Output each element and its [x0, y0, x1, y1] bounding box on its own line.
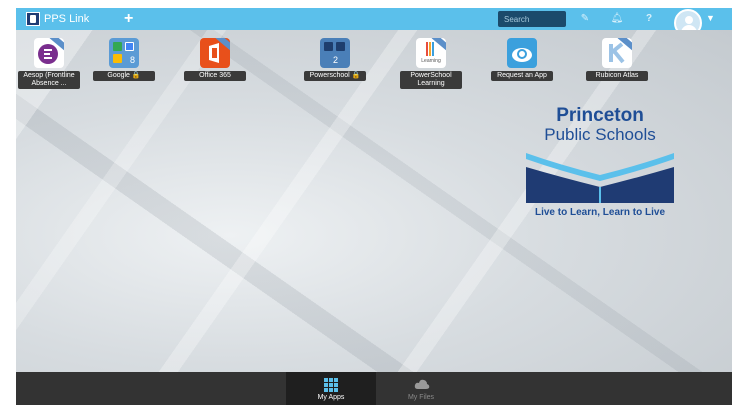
- pps-link-logo-icon: [26, 12, 40, 26]
- book-icon: [520, 147, 680, 205]
- app-tile-rubicon-atlas[interactable]: Rubicon Atlas: [586, 38, 648, 81]
- logo-tagline: Live to Learn, Learn to Live: [534, 207, 666, 218]
- cloud-icon: [414, 378, 430, 392]
- add-app-button[interactable]: +: [124, 9, 133, 29]
- top-bar: PPS Link + ✎ 🔔︎ ? ▼: [16, 8, 732, 37]
- tab-my-apps[interactable]: My Apps: [286, 372, 376, 405]
- tab-label: My Apps: [317, 394, 345, 401]
- logo-line1: Princeton: [556, 105, 644, 126]
- app-frame: PPS Link + ✎ 🔔︎ ? ▼ Aesop (Frontline Abs…: [16, 8, 732, 405]
- tab-my-files[interactable]: My Files: [376, 372, 466, 405]
- app-tile-aesop[interactable]: Aesop (Frontline Absence ...: [18, 38, 80, 89]
- folder-count: 8: [129, 55, 135, 65]
- chevron-down-icon[interactable]: ▼: [706, 13, 715, 23]
- tab-label: My Files: [407, 394, 435, 401]
- app-label: Aesop (Frontline Absence ...: [18, 71, 80, 89]
- app-tile-powerschool-learning[interactable]: Learning PowerSchool Learning: [400, 38, 462, 89]
- app-label: Powerschool 🔒: [304, 71, 366, 81]
- app-label: Office 365: [184, 71, 246, 81]
- brand[interactable]: PPS Link: [26, 11, 89, 27]
- search-input[interactable]: [498, 11, 566, 27]
- logo-line2: Public Schools: [544, 125, 656, 144]
- aesop-icon: [34, 38, 64, 68]
- app-folder-powerschool[interactable]: 2 Powerschool 🔒: [304, 38, 366, 81]
- grid-icon: [324, 378, 338, 392]
- brand-title: PPS Link: [44, 13, 90, 25]
- app-label: Request an App: [491, 71, 553, 81]
- powerschool-learning-icon: Learning: [416, 38, 446, 68]
- edit-icon[interactable]: ✎: [578, 12, 592, 26]
- desktop-background: Aesop (Frontline Absence ... 8 Google 🔒 …: [16, 30, 732, 372]
- office-icon: [200, 38, 230, 68]
- learning-caption: Learning: [421, 58, 441, 64]
- user-head-shape: [685, 16, 693, 24]
- app-folder-google[interactable]: 8 Google 🔒: [93, 38, 155, 81]
- bell-icon[interactable]: 🔔︎: [610, 12, 624, 26]
- app-tile-request-app[interactable]: Request an App: [491, 38, 553, 81]
- app-label: PowerSchool Learning: [400, 71, 462, 89]
- app-label: Google 🔒: [93, 71, 155, 81]
- app-tile-office365[interactable]: Office 365: [184, 38, 246, 81]
- folder-count: 2: [332, 55, 338, 65]
- help-icon[interactable]: ?: [642, 12, 656, 26]
- rubicon-atlas-icon: [602, 38, 632, 68]
- princeton-logo: Princeton Public Schools Live to Learn, …: [520, 106, 680, 218]
- google-folder-icon: 8: [109, 38, 139, 68]
- request-app-icon: [507, 38, 537, 68]
- powerschool-folder-icon: 2: [320, 38, 350, 68]
- app-label: Rubicon Atlas: [586, 71, 648, 81]
- footer-bar: My Apps My Files: [16, 372, 732, 405]
